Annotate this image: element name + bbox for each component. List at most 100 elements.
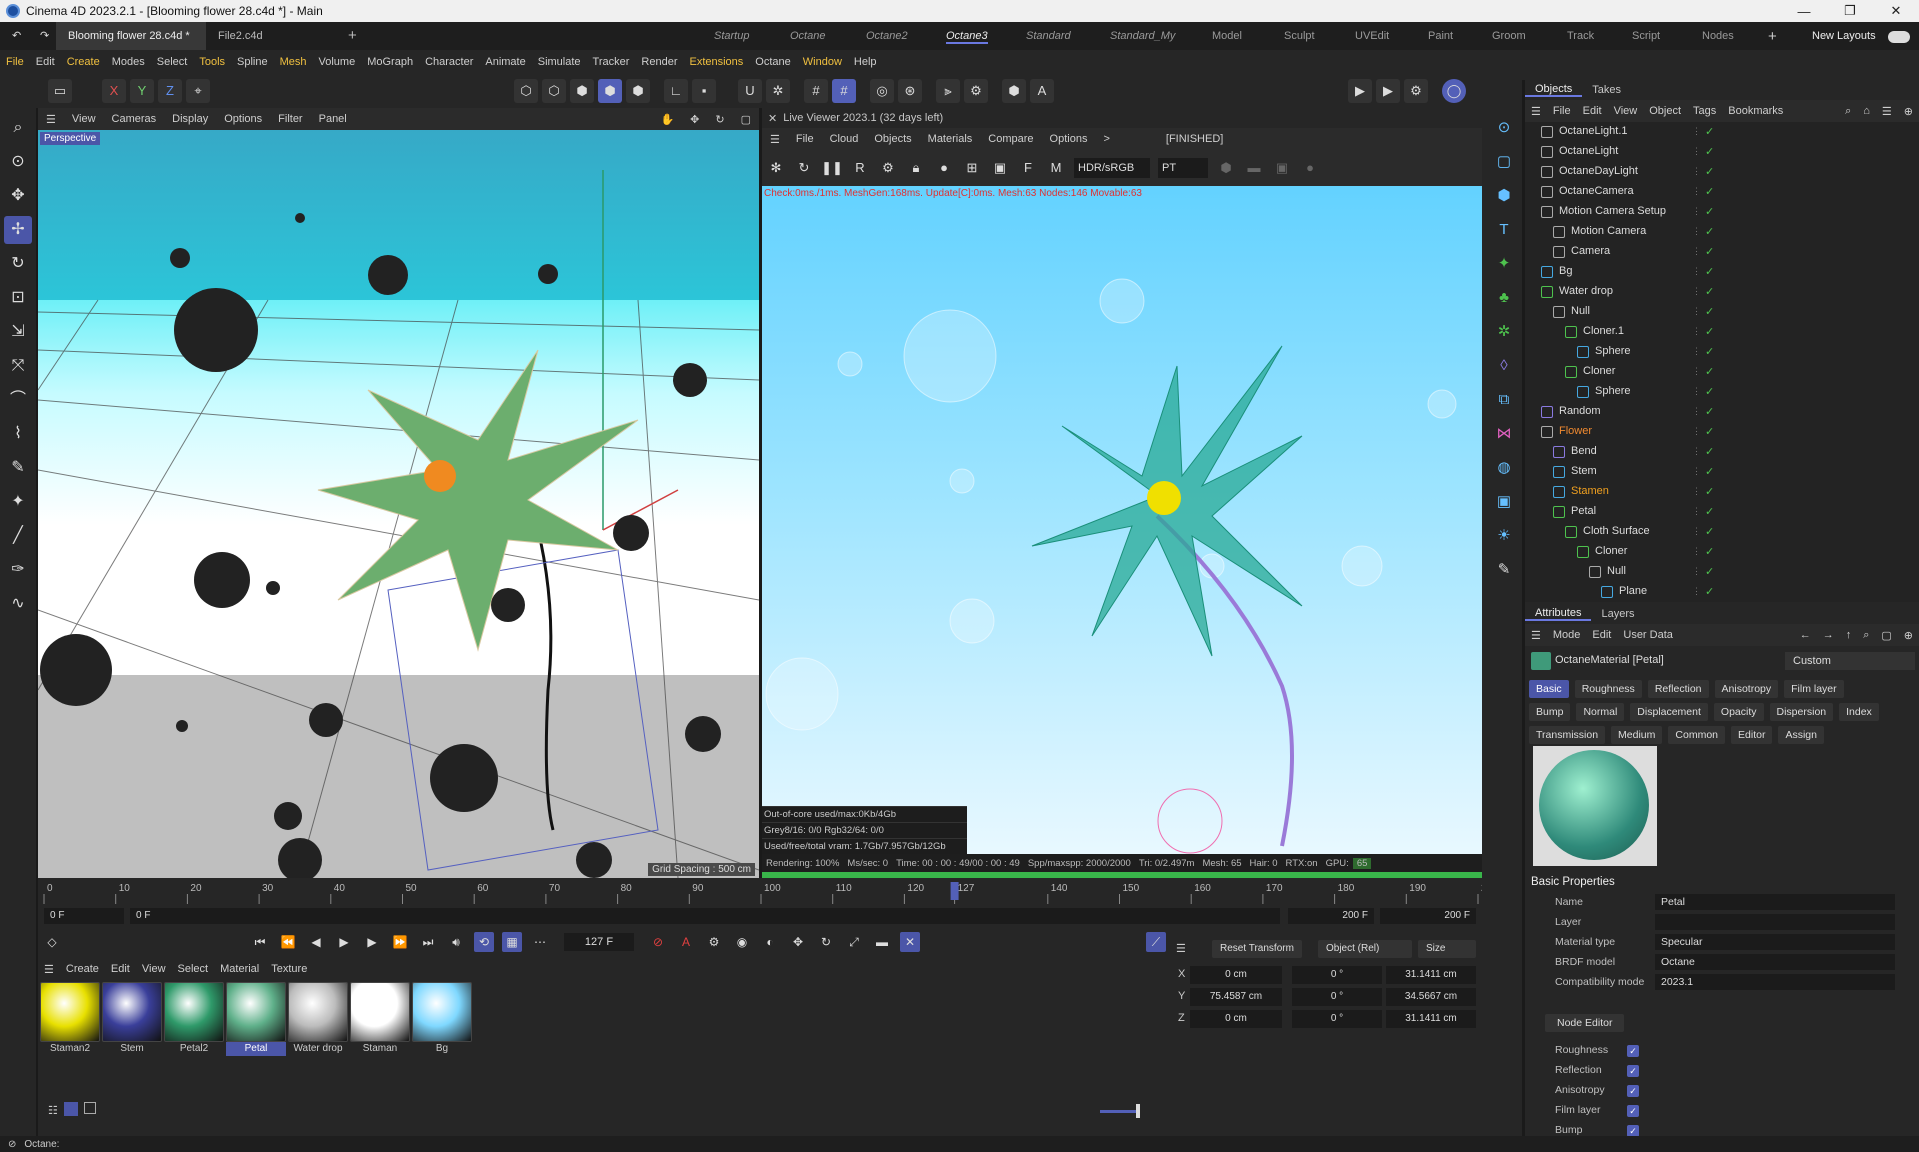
viewport-menu-view[interactable]: View (64, 113, 104, 125)
key-scale-icon[interactable]: ⤢ (844, 932, 864, 952)
enabled-check-icon[interactable]: ✓ (1705, 185, 1714, 198)
prop-value-field[interactable]: 2023.1 (1655, 974, 1895, 990)
viewport-move-icon[interactable]: ✥ (682, 113, 707, 126)
scale-tool-icon[interactable]: ⊡ (4, 284, 32, 312)
move-tool-icon[interactable]: ✢ (4, 216, 32, 244)
attr-tab-button[interactable]: Editor (1731, 726, 1773, 744)
enabled-check-icon[interactable]: ✓ (1705, 405, 1714, 418)
enabled-check-icon[interactable]: ✓ (1705, 165, 1714, 178)
obj-menu-object[interactable]: Object (1643, 105, 1687, 117)
object-row[interactable]: Cloner ⋮ ✓ (1525, 362, 1915, 382)
object-filter-icon[interactable]: ☰ (1876, 105, 1898, 118)
object-row[interactable]: Bg ⋮ ✓ (1525, 262, 1915, 282)
layout-nodes[interactable]: Nodes (1702, 30, 1734, 42)
layout-sculpt[interactable]: Sculpt (1284, 30, 1315, 42)
visibility-dots-icon[interactable]: ⋮ (1692, 126, 1701, 138)
layout-standard[interactable]: Standard (1026, 30, 1071, 42)
mat-menu-view[interactable]: View (136, 963, 172, 975)
record-icon[interactable]: ● (1298, 156, 1322, 180)
search-icon[interactable]: ⌕ (4, 114, 32, 142)
symmetry-gear-icon[interactable]: ⚙ (964, 79, 988, 103)
cube-outline-icon[interactable]: ▢ (1490, 148, 1518, 176)
enabled-check-icon[interactable]: ✓ (1705, 505, 1714, 518)
attr-tab-button[interactable]: Dispersion (1769, 703, 1834, 721)
paint-tool-icon[interactable]: ✎ (4, 454, 32, 482)
viewport-rotate-icon[interactable]: ↻ (707, 113, 732, 126)
menu-render[interactable]: Render (635, 56, 683, 68)
obj-menu-bookmarks[interactable]: Bookmarks (1722, 105, 1789, 117)
texture-mode-icon[interactable]: ⬢ (626, 79, 650, 103)
key-param-icon[interactable]: ▬ (872, 932, 892, 952)
key-rotation-icon[interactable]: ↻ (816, 932, 836, 952)
attr-new-icon[interactable]: ⊕ (1898, 629, 1919, 642)
visibility-dots-icon[interactable]: ⋮ (1692, 366, 1701, 378)
visibility-dots-icon[interactable]: ⋮ (1692, 206, 1701, 218)
object-row[interactable]: Random ⋮ ✓ (1525, 402, 1915, 422)
enabled-check-icon[interactable]: ✓ (1705, 465, 1714, 478)
close-button[interactable]: ✕ (1873, 3, 1919, 19)
visibility-dots-icon[interactable]: ⋮ (1692, 326, 1701, 338)
coord-mode-select[interactable]: Object (Rel) (1318, 940, 1412, 958)
visibility-dots-icon[interactable]: ⋮ (1692, 526, 1701, 538)
clay-mode-icon[interactable]: ▣ (988, 156, 1012, 180)
reset-transform-button[interactable]: Reset Transform (1212, 940, 1302, 958)
menu-spline[interactable]: Spline (231, 56, 274, 68)
field-icon[interactable]: ⧉ (1490, 386, 1518, 414)
objects-menu-icon[interactable]: ☰ (1525, 105, 1547, 118)
object-new-icon[interactable]: ⊕ (1898, 105, 1919, 118)
material-item[interactable]: Bg (412, 982, 472, 1058)
visibility-dots-icon[interactable]: ⋮ (1692, 406, 1701, 418)
render-settings-icon[interactable]: ⚙ (1404, 79, 1428, 103)
visibility-dots-icon[interactable]: ⋮ (1692, 546, 1701, 558)
attr-tab-button[interactable]: Assign (1778, 726, 1824, 744)
render-active-view-icon[interactable]: ▶ (1348, 79, 1372, 103)
attr-menu-mode[interactable]: Mode (1547, 629, 1587, 641)
minimize-button[interactable]: — (1781, 4, 1827, 19)
object-row[interactable]: OctaneCamera ⋮ ✓ (1525, 182, 1915, 202)
visibility-dots-icon[interactable]: ⋮ (1692, 186, 1701, 198)
enabled-check-icon[interactable]: ✓ (1705, 225, 1714, 238)
object-row[interactable]: Cloner.1 ⋮ ✓ (1525, 322, 1915, 342)
menu-modes[interactable]: Modes (106, 56, 151, 68)
viewport-menu-options[interactable]: Options (216, 113, 270, 125)
menu-edit[interactable]: Edit (30, 56, 61, 68)
enabled-check-icon[interactable]: ✓ (1705, 545, 1714, 558)
next-key-icon[interactable]: ⏩ (390, 932, 410, 952)
object-row[interactable]: Null ⋮ ✓ (1525, 302, 1915, 322)
checkbox[interactable]: ✓ (1627, 1065, 1639, 1077)
spline-gen-icon[interactable]: ⋈ (1490, 420, 1518, 448)
object-row[interactable]: OctaneDayLight ⋮ ✓ (1525, 162, 1915, 182)
menu-animate[interactable]: Animate (479, 56, 531, 68)
visibility-dots-icon[interactable]: ⋮ (1692, 506, 1701, 518)
visibility-dots-icon[interactable]: ⋮ (1692, 306, 1701, 318)
selection-icon[interactable]: ⊙ (4, 148, 32, 176)
preview-end-field[interactable]: 200 F (1288, 908, 1374, 924)
kernel-select[interactable]: PT (1158, 158, 1208, 178)
enabled-check-icon[interactable]: ✓ (1705, 285, 1714, 298)
octane-live-icon[interactable]: ◯ (1442, 79, 1466, 103)
lv-menu-compare[interactable]: Compare (980, 133, 1041, 145)
enabled-check-icon[interactable]: ✓ (1705, 245, 1714, 258)
attr-up-icon[interactable]: ↑ (1840, 629, 1858, 641)
menu-tracker[interactable]: Tracker (587, 56, 636, 68)
material-item[interactable]: Staman2 (40, 982, 100, 1058)
generator-icon[interactable]: ✦ (1490, 250, 1518, 278)
restart-render-icon[interactable]: ↻ (792, 156, 816, 180)
region-render-icon[interactable]: R (848, 156, 872, 180)
live-viewer-menu-icon[interactable]: ☰ (762, 133, 788, 146)
node-editor-button[interactable]: Node Editor (1545, 1014, 1625, 1032)
lv-menu-objects[interactable]: Objects (866, 133, 919, 145)
maximize-button[interactable]: ❐ (1827, 3, 1873, 19)
coord-size-select[interactable]: Size (1418, 940, 1476, 958)
visibility-dots-icon[interactable]: ⋮ (1692, 586, 1701, 598)
bend-tool-icon[interactable]: ⌒ (4, 386, 32, 414)
attributes-menu-icon[interactable]: ☰ (1525, 629, 1547, 642)
attr-tab-button[interactable]: Film layer (1784, 680, 1844, 698)
new-layouts-toggle[interactable] (1888, 31, 1910, 43)
render-view-icon[interactable]: ▭ (48, 79, 72, 103)
coordinate-system-icon[interactable]: ⌖ (186, 79, 210, 103)
viewport-pan-icon[interactable]: ✋ (652, 113, 682, 126)
attr-tab-button[interactable]: Index (1839, 703, 1879, 721)
next-frame-icon[interactable]: ▶ (362, 932, 382, 952)
mat-menu-texture[interactable]: Texture (265, 963, 313, 975)
